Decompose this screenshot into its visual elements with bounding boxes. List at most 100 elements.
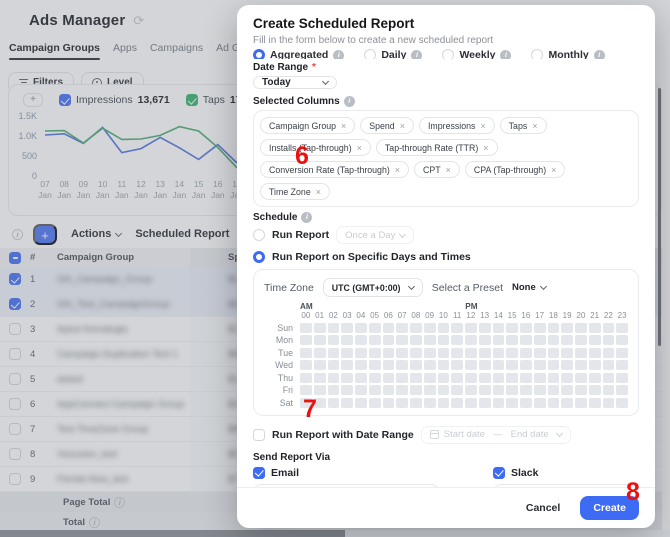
time-cell-sat-19[interactable] xyxy=(561,398,573,408)
time-cell-tue-13[interactable] xyxy=(479,348,491,358)
time-cell-thu-00[interactable] xyxy=(300,373,312,383)
timezone-select[interactable]: UTC (GMT+0:00) xyxy=(323,278,423,297)
time-cell-thu-17[interactable] xyxy=(534,373,546,383)
date-range-select[interactable]: Today xyxy=(253,76,337,89)
time-cell-sun-05[interactable] xyxy=(369,323,381,333)
time-cell-fri-20[interactable] xyxy=(575,385,587,395)
time-cell-sun-11[interactable] xyxy=(451,323,463,333)
time-cell-sat-18[interactable] xyxy=(548,398,560,408)
time-cell-wed-15[interactable] xyxy=(506,360,518,370)
time-cell-fri-00[interactable] xyxy=(300,385,312,395)
column-chip[interactable]: Installs (Tap-through)× xyxy=(260,139,371,156)
time-cell-sat-23[interactable] xyxy=(616,398,628,408)
time-cell-sun-09[interactable] xyxy=(424,323,436,333)
time-cell-thu-19[interactable] xyxy=(561,373,573,383)
column-chip[interactable]: CPT× xyxy=(414,161,460,178)
time-cell-sat-22[interactable] xyxy=(603,398,615,408)
time-cell-thu-16[interactable] xyxy=(520,373,532,383)
time-cell-mon-09[interactable] xyxy=(424,335,436,345)
time-cell-mon-10[interactable] xyxy=(438,335,450,345)
time-cell-tue-10[interactable] xyxy=(438,348,450,358)
time-cell-thu-22[interactable] xyxy=(603,373,615,383)
time-cell-sun-17[interactable] xyxy=(534,323,546,333)
time-cell-sun-15[interactable] xyxy=(506,323,518,333)
time-cell-mon-05[interactable] xyxy=(369,335,381,345)
time-cell-sat-15[interactable] xyxy=(506,398,518,408)
time-cell-fri-11[interactable] xyxy=(451,385,463,395)
time-cell-tue-16[interactable] xyxy=(520,348,532,358)
time-cell-sun-16[interactable] xyxy=(520,323,532,333)
time-cell-thu-18[interactable] xyxy=(548,373,560,383)
remove-chip-icon[interactable]: × xyxy=(483,143,488,153)
time-cell-tue-19[interactable] xyxy=(561,348,573,358)
monthly-radio[interactable] xyxy=(531,49,543,59)
time-cell-fri-13[interactable] xyxy=(479,385,491,395)
time-cell-fri-10[interactable] xyxy=(438,385,450,395)
time-cell-sun-21[interactable] xyxy=(589,323,601,333)
time-cell-thu-14[interactable] xyxy=(493,373,505,383)
time-cell-sun-02[interactable] xyxy=(328,323,340,333)
time-cell-mon-08[interactable] xyxy=(410,335,422,345)
time-cell-sun-14[interactable] xyxy=(493,323,505,333)
time-cell-thu-21[interactable] xyxy=(589,373,601,383)
time-cell-mon-12[interactable] xyxy=(465,335,477,345)
time-cell-tue-03[interactable] xyxy=(341,348,353,358)
column-chip[interactable]: Conversion Rate (Tap-through)× xyxy=(260,161,409,178)
time-cell-mon-11[interactable] xyxy=(451,335,463,345)
time-cell-sun-07[interactable] xyxy=(396,323,408,333)
time-cell-wed-18[interactable] xyxy=(548,360,560,370)
time-cell-wed-02[interactable] xyxy=(328,360,340,370)
time-cell-thu-23[interactable] xyxy=(616,373,628,383)
time-cell-sat-08[interactable] xyxy=(410,398,422,408)
time-cell-mon-00[interactable] xyxy=(300,335,312,345)
slack-checkbox[interactable] xyxy=(493,467,505,479)
column-chip[interactable]: Campaign Group× xyxy=(260,117,355,134)
time-cell-fri-01[interactable] xyxy=(314,385,326,395)
time-cell-thu-01[interactable] xyxy=(314,373,326,383)
time-cell-fri-22[interactable] xyxy=(603,385,615,395)
time-cell-mon-19[interactable] xyxy=(561,335,573,345)
time-cell-sun-10[interactable] xyxy=(438,323,450,333)
time-cell-thu-10[interactable] xyxy=(438,373,450,383)
remove-chip-icon[interactable]: × xyxy=(532,121,537,131)
time-cell-tue-04[interactable] xyxy=(355,348,367,358)
time-cell-sat-20[interactable] xyxy=(575,398,587,408)
daily-radio[interactable] xyxy=(364,49,376,59)
column-chip[interactable]: Spend× xyxy=(360,117,414,134)
time-cell-sat-11[interactable] xyxy=(451,398,463,408)
time-cell-mon-06[interactable] xyxy=(383,335,395,345)
time-cell-mon-18[interactable] xyxy=(548,335,560,345)
time-cell-fri-06[interactable] xyxy=(383,385,395,395)
column-chip[interactable]: Impressions× xyxy=(419,117,495,134)
time-cell-sun-00[interactable] xyxy=(300,323,312,333)
time-cell-wed-00[interactable] xyxy=(300,360,312,370)
time-cell-mon-23[interactable] xyxy=(616,335,628,345)
time-cell-fri-23[interactable] xyxy=(616,385,628,395)
time-cell-mon-16[interactable] xyxy=(520,335,532,345)
email-checkbox[interactable] xyxy=(253,467,265,479)
time-cell-thu-04[interactable] xyxy=(355,373,367,383)
time-cell-sun-18[interactable] xyxy=(548,323,560,333)
time-cell-sun-20[interactable] xyxy=(575,323,587,333)
column-chip[interactable]: Tap-through Rate (TTR)× xyxy=(376,139,498,156)
time-cell-thu-15[interactable] xyxy=(506,373,518,383)
preset-select[interactable]: None xyxy=(512,282,546,293)
time-cell-wed-20[interactable] xyxy=(575,360,587,370)
time-cell-wed-19[interactable] xyxy=(561,360,573,370)
time-cell-wed-09[interactable] xyxy=(424,360,436,370)
run-report-radio[interactable] xyxy=(253,229,265,241)
aggregated-radio[interactable] xyxy=(253,49,265,59)
time-cell-fri-16[interactable] xyxy=(520,385,532,395)
remove-chip-icon[interactable]: × xyxy=(400,121,405,131)
time-cell-mon-14[interactable] xyxy=(493,335,505,345)
time-cell-tue-08[interactable] xyxy=(410,348,422,358)
time-cell-mon-20[interactable] xyxy=(575,335,587,345)
time-cell-sun-19[interactable] xyxy=(561,323,573,333)
remove-chip-icon[interactable]: × xyxy=(446,165,451,175)
time-cell-fri-14[interactable] xyxy=(493,385,505,395)
time-cell-fri-05[interactable] xyxy=(369,385,381,395)
time-cell-wed-23[interactable] xyxy=(616,360,628,370)
time-cell-wed-21[interactable] xyxy=(589,360,601,370)
time-cell-sat-07[interactable] xyxy=(396,398,408,408)
time-cell-thu-03[interactable] xyxy=(341,373,353,383)
